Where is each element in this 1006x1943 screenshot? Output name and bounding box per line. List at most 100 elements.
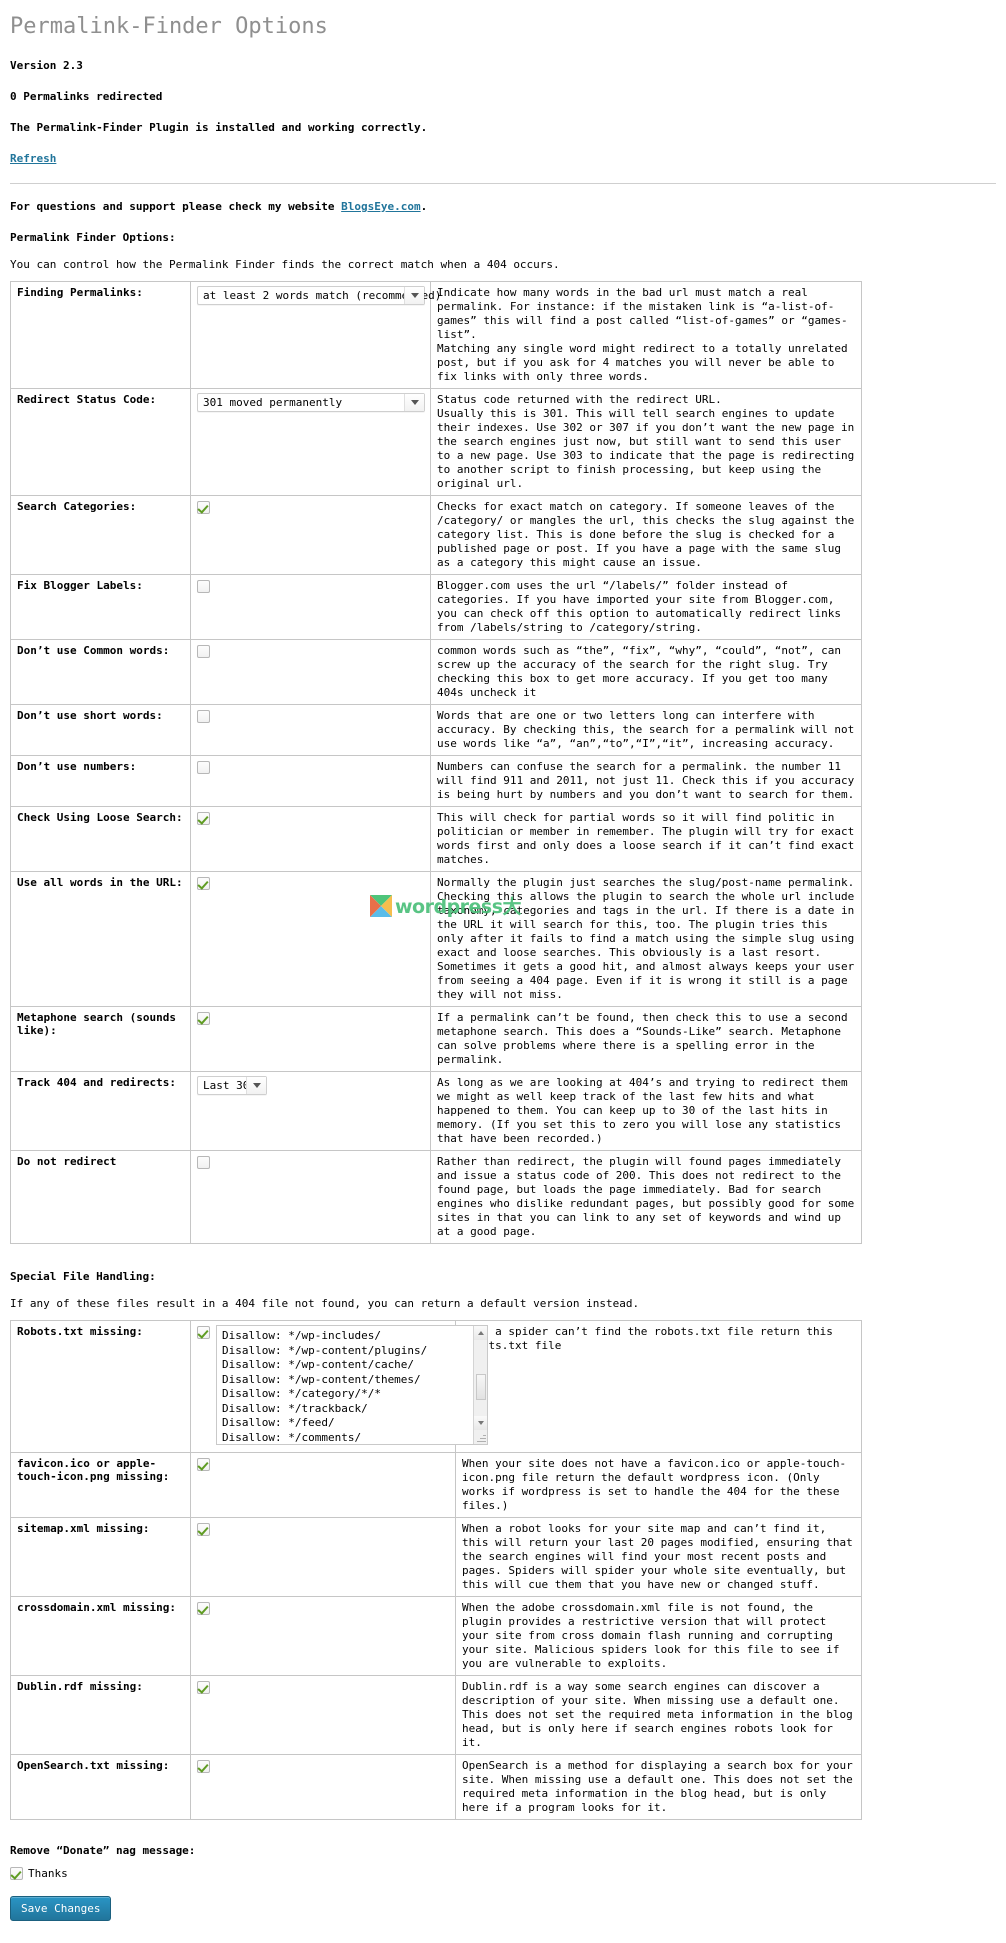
option-row: Don’t use short words: Words that are one… [11,704,861,755]
option-label: Do not redirect [11,1150,191,1243]
special-file-control: Disallow: */wp-includes/ Disallow: */wp-… [191,1321,488,1452]
option-description: This will check for partial words so it … [431,806,861,871]
chevron-down-icon[interactable] [404,394,424,411]
option-checkbox[interactable] [197,812,210,825]
special-file-row: sitemap.xml missing: When a robot looks f… [11,1517,861,1596]
option-description: When the adobe crossdomain.xml file is n… [456,1596,861,1675]
option-description: When a spider can’t find the robots.txt … [456,1321,861,1452]
option-row: Use all words in the URL: Normally the pl… [11,871,861,1006]
special-file-control [191,1675,456,1754]
tracking-select[interactable]: Last 30 [197,1076,267,1095]
refresh-link[interactable]: Refresh [10,152,56,165]
option-row: Finding Permalinks: at least 2 words matc… [11,282,861,388]
option-description: Checks for exact match on category. If s… [431,495,861,574]
special-file-row: Robots.txt missing: Disallow: */wp-includ… [11,1321,861,1452]
option-control [191,574,431,639]
option-row: Metaphone search (sounds like): If a perm… [11,1006,861,1071]
option-checkbox[interactable] [197,761,210,774]
option-label: Don’t use short words: [11,704,191,755]
option-row: Do not redirect Rather than redirect, the… [11,1150,861,1243]
robots-txt-textarea[interactable]: Disallow: */wp-includes/ Disallow: */wp-… [216,1325,488,1445]
option-control: 301 moved permanently [191,388,431,495]
option-label: Use all words in the URL: [11,871,191,1006]
option-control [191,806,431,871]
option-checkbox[interactable] [197,1156,210,1169]
option-label: Don’t use Common words: [11,639,191,704]
option-checkbox[interactable] [197,877,210,890]
scroll-down-icon[interactable] [474,1416,487,1430]
special-file-label: Robots.txt missing: [11,1321,191,1452]
robots-txt-content: Disallow: */wp-includes/ Disallow: */wp-… [222,1329,428,1444]
support-text: For questions and support please check m… [10,200,996,213]
option-control [191,755,431,806]
save-changes-button[interactable]: Save Changes [10,1896,112,1921]
option-checkbox[interactable] [197,710,210,723]
option-checkbox[interactable] [197,580,210,593]
option-checkbox[interactable] [197,645,210,658]
thanks-checkbox[interactable] [10,1867,23,1880]
thanks-row: Thanks [10,1867,996,1880]
special-file-checkbox[interactable] [197,1760,210,1773]
blogseye-link[interactable]: BlogsEye.com [341,200,420,213]
scroll-up-icon[interactable] [474,1326,487,1340]
donate-heading: Remove “Donate” nag message: [10,1844,196,1857]
options-table: Finding Permalinks: at least 2 words matc… [10,281,862,1244]
chevron-down-icon[interactable] [404,287,424,304]
option-description: Blogger.com uses the url “/labels/” fold… [431,574,861,639]
option-description: When a robot looks for your site map and… [456,1517,861,1596]
special-file-row: favicon.ico or apple-touch-icon.png miss… [11,1452,861,1517]
special-file-label: Dublin.rdf missing: [11,1675,191,1754]
option-label: Finding Permalinks: [11,282,191,388]
redirect-count-text: 0 Permalinks redirected [10,90,163,103]
special-file-label: OpenSearch.txt missing: [11,1754,191,1819]
chevron-down-icon[interactable] [246,1077,266,1094]
option-row: Track 404 and redirects: Last 30 As long a… [11,1071,861,1150]
resize-handle-icon[interactable] [476,1433,486,1443]
option-select[interactable]: 301 moved permanently [197,393,425,412]
special-file-label: sitemap.xml missing: [11,1517,191,1596]
option-control [191,871,431,1006]
option-row: Search Categories: Checks for exact match… [11,495,861,574]
option-description: Dublin.rdf is a way some search engines … [456,1675,861,1754]
special-file-control [191,1517,456,1596]
support-suffix: . [420,200,428,213]
option-label: Check Using Loose Search: [11,806,191,871]
option-description: Numbers can confuse the search for a per… [431,755,861,806]
special-file-checkbox[interactable] [197,1523,210,1536]
option-row: Don’t use numbers: Numbers can confuse th… [11,755,861,806]
thanks-label: Thanks [28,1867,68,1880]
option-control [191,704,431,755]
plugin-status-text: The Permalink-Finder Plugin is installed… [10,121,428,134]
option-description: Normally the plugin just searches the sl… [431,871,861,1006]
option-checkbox[interactable] [197,501,210,514]
special-file-checkbox[interactable] [197,1326,210,1339]
support-prefix: For questions and support please check m… [10,200,342,213]
special-files-table: Robots.txt missing: Disallow: */wp-includ… [10,1320,862,1820]
option-control [191,1006,431,1071]
option-control: at least 2 words match (recommended) [191,282,441,388]
option-row: Don’t use Common words: common words such… [11,639,861,704]
option-row: Check Using Loose Search: This will check… [11,806,861,871]
option-checkbox[interactable] [197,1012,210,1025]
option-row: Redirect Status Code: 301 moved permanent… [11,388,861,495]
special-file-checkbox[interactable] [197,1458,210,1471]
special-file-control [191,1754,456,1819]
special-file-control [191,1596,456,1675]
textarea-scrollbar[interactable] [473,1326,487,1444]
special-file-row: crossdomain.xml missing: When the adobe c… [11,1596,861,1675]
option-label: Redirect Status Code: [11,388,191,495]
special-file-checkbox[interactable] [197,1602,210,1615]
scrollbar-thumb[interactable] [476,1374,486,1400]
special-file-checkbox[interactable] [197,1681,210,1694]
option-control [191,639,431,704]
option-label: Search Categories: [11,495,191,574]
option-label: Track 404 and redirects: [11,1071,191,1150]
option-description: If a permalink can’t be found, then chec… [431,1006,861,1071]
option-description: Indicate how many words in the bad url m… [431,282,861,388]
special-file-row: Dublin.rdf missing: Dublin.rdf is a way s… [11,1675,861,1754]
select-value: 301 moved permanently [203,396,343,409]
option-row: Fix Blogger Labels: Blogger.com uses the … [11,574,861,639]
option-description: Words that are one or two letters long c… [431,704,861,755]
option-select[interactable]: at least 2 words match (recommended) [197,286,441,305]
option-control: Last 30 [191,1071,431,1150]
